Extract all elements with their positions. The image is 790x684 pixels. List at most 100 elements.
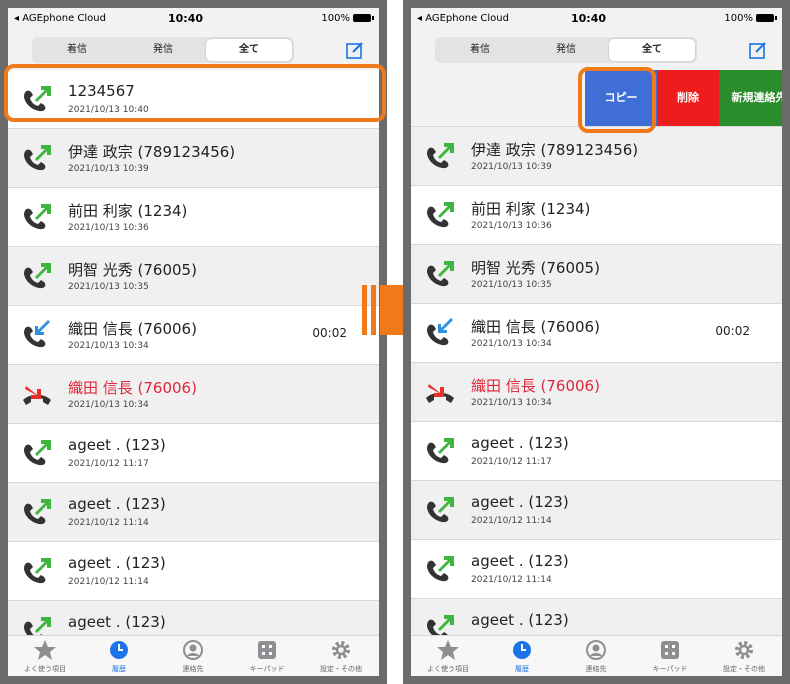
call-history-row[interactable]: ageet . (123) 2021/10/12 11:14 <box>8 542 379 601</box>
segment-incoming[interactable]: 着信 <box>437 39 523 61</box>
compose-icon[interactable] <box>748 40 768 60</box>
tab-bar: よく使う項目 履歴 連絡先 キーパッド 設定・その他 <box>411 635 782 676</box>
outgoing-call-icon <box>427 261 454 287</box>
call-history-row[interactable]: 前田 利家 (1234) 2021/10/13 10:36 <box>411 186 782 245</box>
call-datetime: 2021/10/12 11:14 <box>68 577 149 587</box>
contact-name: ageet . (123) <box>471 611 569 629</box>
call-datetime: 2021/10/13 10:34 <box>471 339 552 349</box>
contact-name: 伊達 政宗 (789123456) <box>471 141 639 159</box>
call-datetime: 2021/10/12 11:14 <box>471 575 552 585</box>
tab-label: キーパッド <box>652 665 688 673</box>
contact-name: 織田 信長 (76006) <box>68 379 197 397</box>
battery-indicator: 100% <box>724 13 777 24</box>
new-contact-button[interactable]: 新規連絡先 <box>719 70 782 126</box>
outgoing-call-icon <box>24 440 51 466</box>
call-history-row[interactable]: ageet . (123) 2021/10/12 11:17 <box>411 422 782 481</box>
outgoing-call-icon <box>24 145 51 171</box>
person-icon <box>156 639 230 661</box>
contact-name: ageet . (123) <box>68 495 166 513</box>
call-datetime: 2021/10/13 10:34 <box>68 341 149 351</box>
filter-bar: 着信 発信 全て <box>8 32 379 68</box>
call-datetime: 2021/10/13 10:36 <box>68 223 149 233</box>
tab-bar: よく使う項目 履歴 連絡先 キーパッド 設定・その他 <box>8 635 379 676</box>
call-history-row[interactable]: ageet . (123) 2021/10/12 11:17 <box>8 424 379 483</box>
segment-incoming[interactable]: 着信 <box>34 39 120 61</box>
call-history-row[interactable]: 伊達 政宗 (789123456) 2021/10/13 10:39 <box>411 127 782 186</box>
call-history-row[interactable]: 明智 光秀 (76005) 2021/10/13 10:35 <box>411 245 782 304</box>
call-history-row[interactable]: 明智 光秀 (76005) 2021/10/13 10:35 <box>8 247 379 306</box>
star-icon <box>411 639 485 661</box>
keypad-icon <box>230 639 304 661</box>
compose-icon[interactable] <box>345 40 365 60</box>
call-datetime: 2021/10/12 11:17 <box>68 459 149 469</box>
call-history-row[interactable]: 前田 利家 (1234) 2021/10/13 10:36 <box>8 188 379 247</box>
missed-call-icon <box>426 384 454 403</box>
call-history-row[interactable]: 織田 信長 (76006) 2021/10/13 10:34 <box>8 365 379 424</box>
tab-label: 履歴 <box>515 665 529 673</box>
segment-all[interactable]: 全て <box>609 39 695 61</box>
contact-name: 前田 利家 (1234) <box>68 202 188 220</box>
star-icon <box>8 639 82 661</box>
carrier-label: ◂ AGEphone Cloud <box>417 13 509 24</box>
call-datetime: 2021/10/13 10:35 <box>471 280 552 290</box>
clock-icon <box>82 639 156 661</box>
call-history-row[interactable]: 伊達 政宗 (789123456) 2021/10/13 10:39 <box>8 129 379 188</box>
contact-name: ageet . (123) <box>471 493 569 511</box>
tab-label: 設定・その他 <box>320 665 362 673</box>
gear-icon <box>707 639 781 661</box>
call-duration: 00:02 <box>715 324 750 338</box>
call-history-row[interactable]: ageet . (123) 2021/10/12 11:14 <box>411 540 782 599</box>
outgoing-call-icon <box>24 499 51 525</box>
tab-contacts[interactable]: 連絡先 <box>156 639 230 674</box>
outgoing-call-icon <box>427 556 454 582</box>
incoming-call-icon <box>427 318 453 346</box>
tab-settings[interactable]: 設定・その他 <box>304 639 378 674</box>
segment-outgoing[interactable]: 発信 <box>523 39 609 61</box>
call-history-row[interactable]: 織田 信長 (76006) 2021/10/13 10:34 00:02 <box>411 304 782 363</box>
tab-label: よく使う項目 <box>24 665 66 673</box>
outgoing-call-icon <box>427 497 454 523</box>
battery-icon <box>353 14 374 22</box>
tab-label: 設定・その他 <box>723 665 765 673</box>
call-history-row[interactable]: 織田 信長 (76006) 2021/10/13 10:34 <box>411 363 782 422</box>
highlight-copy-button <box>578 67 656 133</box>
highlight-first-row <box>4 64 386 122</box>
contact-name: ageet . (123) <box>68 613 166 631</box>
clock-icon <box>485 639 559 661</box>
tab-favorites[interactable]: よく使う項目 <box>411 639 485 674</box>
call-datetime: 2021/10/13 10:39 <box>471 162 552 172</box>
tab-label: 履歴 <box>112 665 126 673</box>
call-history-list: コピー 削除 新規連絡先 伊達 政宗 (789123456) 2021/10/13… <box>411 70 782 658</box>
call-datetime: 2021/10/12 11:14 <box>471 516 552 526</box>
status-bar: ◂ AGEphone Cloud 10:40 100% <box>411 8 782 30</box>
gear-icon <box>304 639 378 661</box>
segment-all[interactable]: 全て <box>206 39 292 61</box>
contact-name: ageet . (123) <box>471 552 569 570</box>
tab-keypad[interactable]: キーパッド <box>230 639 304 674</box>
tab-settings[interactable]: 設定・その他 <box>707 639 781 674</box>
tab-keypad[interactable]: キーパッド <box>633 639 707 674</box>
segment-outgoing[interactable]: 発信 <box>120 39 206 61</box>
call-history-row[interactable]: 織田 信長 (76006) 2021/10/13 10:34 00:02 <box>8 306 379 365</box>
call-datetime: 2021/10/13 10:36 <box>471 221 552 231</box>
contact-name: ageet . (123) <box>471 434 569 452</box>
clock: 10:40 <box>571 12 607 25</box>
tab-label: 連絡先 <box>585 665 607 673</box>
tab-contacts[interactable]: 連絡先 <box>559 639 633 674</box>
outgoing-call-icon <box>24 263 51 289</box>
delete-button[interactable]: 削除 <box>657 70 719 126</box>
incoming-call-icon <box>24 320 50 348</box>
outgoing-call-icon <box>24 558 51 584</box>
contact-name: 伊達 政宗 (789123456) <box>68 143 236 161</box>
call-history-row[interactable]: ageet . (123) 2021/10/12 11:14 <box>411 481 782 540</box>
call-datetime: 2021/10/13 10:39 <box>68 164 149 174</box>
tab-history[interactable]: 履歴 <box>82 639 156 674</box>
contact-name: 前田 利家 (1234) <box>471 200 591 218</box>
call-filter-segmented-control: 着信 発信 全て <box>32 37 294 63</box>
outgoing-call-icon <box>427 143 454 169</box>
tab-label: よく使う項目 <box>427 665 469 673</box>
call-history-row[interactable]: ageet . (123) 2021/10/12 11:14 <box>8 483 379 542</box>
tab-history[interactable]: 履歴 <box>485 639 559 674</box>
missed-call-icon <box>23 386 51 405</box>
tab-favorites[interactable]: よく使う項目 <box>8 639 82 674</box>
